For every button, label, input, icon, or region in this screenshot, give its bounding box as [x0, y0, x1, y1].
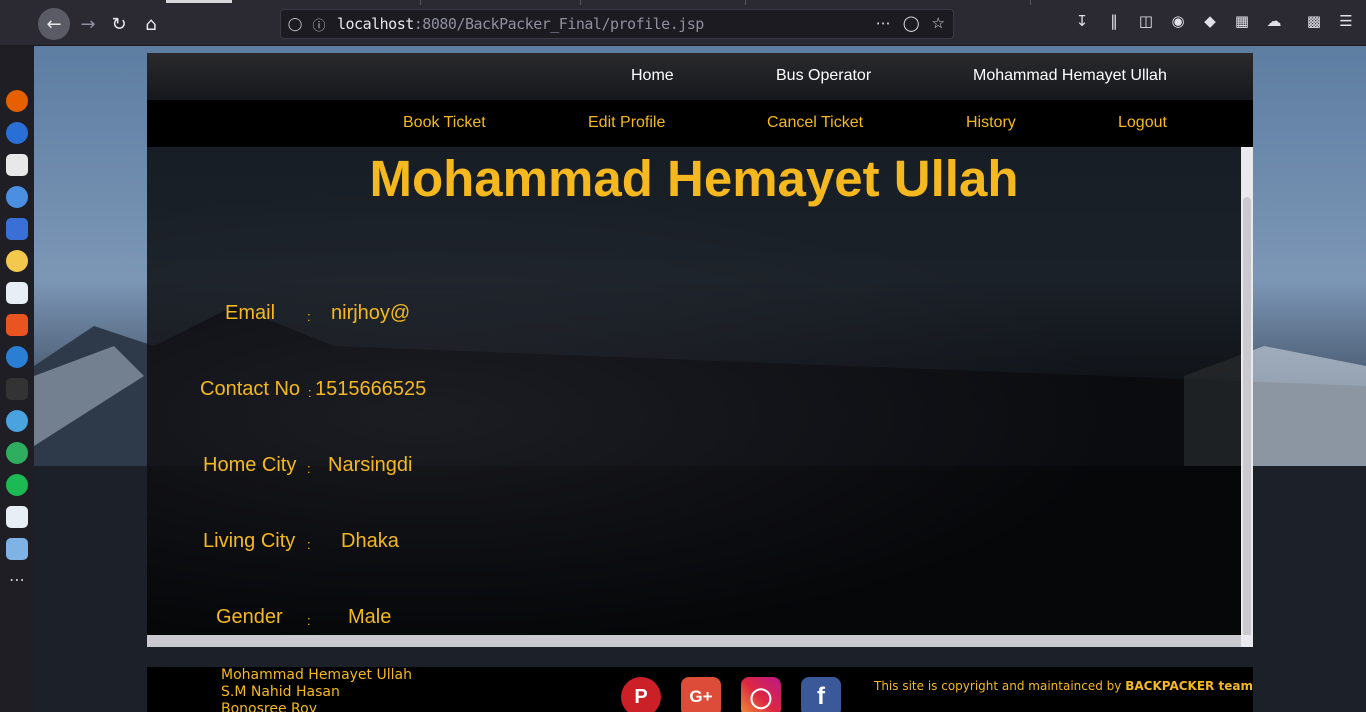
- credit-name: Mohammad Hemayet Ullah: [221, 667, 412, 683]
- extension-icon[interactable]: ◆: [1200, 12, 1220, 30]
- tab-separator: [745, 0, 746, 5]
- text-editor-icon[interactable]: [6, 506, 28, 528]
- living-city-value: Dhaka: [341, 530, 399, 552]
- library-icon[interactable]: ‖: [1104, 12, 1124, 30]
- nav-cancel-ticket-link[interactable]: Cancel Ticket: [767, 114, 863, 132]
- nav-logout-link[interactable]: Logout: [1118, 114, 1167, 132]
- tab-separator: [580, 0, 581, 5]
- active-tab-indicator[interactable]: [166, 0, 232, 3]
- url-text[interactable]: localhost:8080/BackPacker_Final/profile.…: [337, 15, 704, 33]
- reload-icon[interactable]: ↻: [103, 8, 135, 40]
- chromium-icon[interactable]: [6, 186, 28, 208]
- browser-toolbar: ← → ↻ ⌂ ◯ ⓘ localhost:8080/BackPacker_Fi…: [0, 0, 1366, 46]
- top-navbar: Home Bus Operator Mohammad Hemayet Ullah: [147, 53, 1253, 100]
- contact-value: 1515666525: [315, 378, 427, 400]
- url-bar[interactable]: ◯ ⓘ localhost:8080/BackPacker_Final/prof…: [280, 9, 954, 39]
- user-navbar: Book Ticket Edit Profile Cancel Ticket H…: [147, 100, 1253, 147]
- menu-icon[interactable]: ☰: [1336, 12, 1356, 30]
- info-icon[interactable]: ⓘ: [309, 14, 329, 34]
- shield-icon[interactable]: ◯: [285, 14, 305, 34]
- firefox-icon[interactable]: [6, 90, 28, 112]
- nav-bus-operator-link[interactable]: Bus Operator: [776, 67, 871, 85]
- credits-list: Mohammad Hemayet Ullah S.M Nahid Hasan B…: [221, 667, 412, 712]
- url-host: localhost: [337, 15, 414, 33]
- site-footer: Mohammad Hemayet Ullah S.M Nahid Hasan B…: [147, 667, 1253, 712]
- contact-separator: :: [308, 385, 312, 400]
- copyright-team: BACKPACKER team: [1125, 679, 1253, 693]
- url-port: :8080: [413, 15, 457, 33]
- vertical-scrollbar[interactable]: [1241, 147, 1253, 647]
- nav-book-ticket-link[interactable]: Book Ticket: [403, 114, 486, 132]
- scrollbar-thumb[interactable]: [1243, 197, 1251, 637]
- profile-title: Mohammad Hemayet Ullah: [369, 150, 1019, 207]
- page-actions-icon[interactable]: ⋯: [876, 14, 891, 32]
- facebook-icon[interactable]: f: [801, 677, 841, 712]
- tab-separator: [420, 0, 421, 5]
- credit-name: S.M Nahid Hasan: [221, 684, 340, 700]
- horizontal-scrollbar[interactable]: [147, 635, 1241, 647]
- website: Home Bus Operator Mohammad Hemayet Ullah…: [147, 53, 1253, 712]
- copyright-text: This site is copyright and maintainced b…: [874, 679, 1253, 693]
- nav-home-link[interactable]: Home: [631, 67, 674, 85]
- living-city-separator: :: [307, 537, 311, 552]
- account-icon[interactable]: ◉: [1168, 12, 1188, 30]
- virtualbox-icon[interactable]: [6, 538, 28, 560]
- forward-icon[interactable]: →: [72, 8, 104, 40]
- bookmark-star-icon[interactable]: ☆: [932, 14, 945, 32]
- app-icon[interactable]: [6, 410, 28, 432]
- terminal-icon[interactable]: [6, 378, 28, 400]
- extensions-icon[interactable]: ▩: [1304, 12, 1324, 30]
- screenshot-icon[interactable]: [6, 218, 28, 240]
- credit-name: Bonosree Roy: [221, 701, 317, 712]
- home-icon[interactable]: ⌂: [135, 8, 167, 40]
- copyright-prefix: This site is copyright and maintainced b…: [874, 679, 1122, 693]
- url-path: /BackPacker_Final/profile.jsp: [456, 15, 704, 33]
- rhythmbox-icon[interactable]: [6, 250, 28, 272]
- instagram-icon[interactable]: ◯: [741, 677, 781, 712]
- home-city-value: Narsingdi: [328, 454, 413, 476]
- nav-user-name-link[interactable]: Mohammad Hemayet Ullah: [973, 67, 1167, 85]
- nav-edit-profile-link[interactable]: Edit Profile: [588, 114, 665, 132]
- help-icon[interactable]: [6, 346, 28, 368]
- software-center-icon[interactable]: [6, 314, 28, 336]
- app-icon[interactable]: [6, 442, 28, 464]
- files-icon[interactable]: [6, 154, 28, 176]
- download-icon[interactable]: ↧: [1072, 12, 1092, 30]
- extension-icon[interactable]: ▦: [1232, 12, 1252, 30]
- writer-icon[interactable]: [6, 282, 28, 304]
- sidebar-icon[interactable]: ◫: [1136, 12, 1156, 30]
- home-city-label: Home City: [203, 454, 297, 476]
- spotify-icon[interactable]: [6, 474, 28, 496]
- email-separator: :: [307, 309, 311, 324]
- pocket-icon[interactable]: ◯: [903, 14, 920, 32]
- pinterest-icon[interactable]: P: [621, 677, 661, 712]
- email-value: nirjhoy@: [331, 302, 411, 324]
- thunderbird-icon[interactable]: [6, 122, 28, 144]
- gender-separator: :: [307, 613, 311, 628]
- app-dock: ⋯: [0, 46, 34, 712]
- scrollbar-corner: [1241, 635, 1253, 647]
- email-label: Email: [225, 302, 276, 324]
- living-city-label: Living City: [203, 530, 296, 552]
- back-icon[interactable]: ←: [38, 8, 70, 40]
- profile-panel: Mohammad Hemayet Ullah Email : nirjhoy@ …: [147, 147, 1241, 635]
- gender-label: Gender: [216, 606, 283, 628]
- home-city-separator: :: [307, 461, 311, 476]
- extension-icon[interactable]: ☁: [1264, 12, 1284, 30]
- google-plus-icon[interactable]: G+: [681, 677, 721, 712]
- show-apps-icon[interactable]: ⋯: [6, 570, 28, 592]
- gender-value: Male: [348, 606, 392, 628]
- contact-label: Contact No: [200, 378, 301, 400]
- tab-separator: [1030, 0, 1031, 5]
- nav-history-link[interactable]: History: [966, 114, 1016, 132]
